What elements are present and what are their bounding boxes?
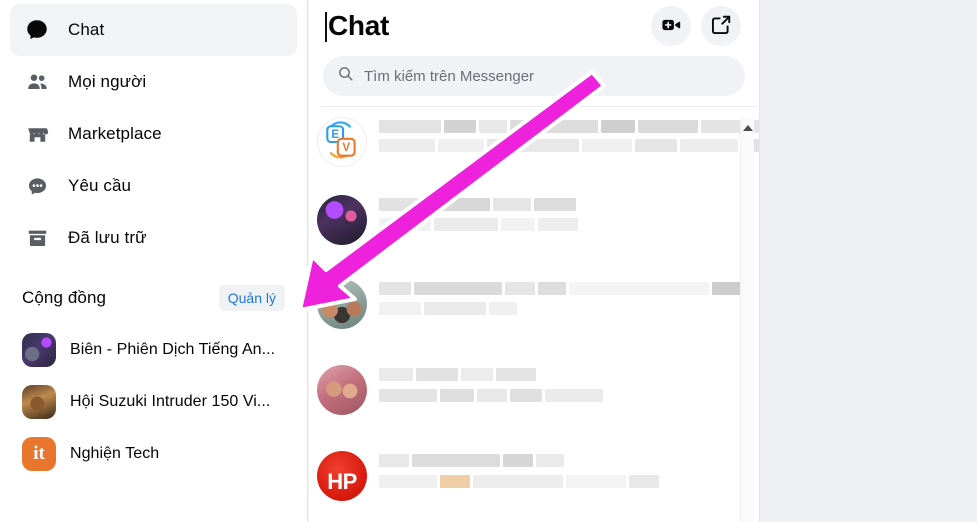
redacted-message-line — [379, 139, 759, 152]
people-icon — [22, 67, 52, 97]
search-input[interactable] — [364, 67, 731, 85]
redacted-message-line — [379, 475, 759, 488]
redacted-name-line — [379, 282, 759, 295]
group-name: Biên - Phiên Dịch Tiếng An... — [70, 341, 276, 358]
video-camera-plus-icon — [660, 14, 682, 39]
conversation-preview-redacted — [379, 117, 759, 152]
conversation-scrollbar[interactable] — [740, 118, 754, 522]
svg-text:V: V — [342, 142, 350, 154]
conversation-preview-redacted — [379, 365, 759, 402]
sidebar-item-label: Đã lưu trữ — [68, 228, 147, 247]
conversation-avatar — [317, 279, 367, 329]
archive-box-icon — [22, 223, 52, 253]
group-name: Nghiện Tech — [70, 445, 160, 462]
avatar-initials: HP — [327, 469, 357, 494]
search-area — [309, 52, 759, 106]
storefront-icon — [22, 119, 52, 149]
new-message-button[interactable] — [701, 6, 741, 46]
page-title: Chat — [325, 10, 389, 42]
text-caret — [325, 12, 327, 42]
conversation-avatar: HP — [317, 451, 367, 501]
svg-text:E: E — [331, 129, 339, 141]
scroll-up-arrow-icon[interactable] — [742, 125, 753, 131]
left-nav-sidebar: Chat Mọi người Marketplace Yêu cầu Đã lư… — [0, 0, 308, 522]
redacted-message-line — [379, 389, 759, 402]
conversation-avatar: E V — [317, 117, 367, 167]
nav-list: Chat Mọi người Marketplace Yêu cầu Đã lư… — [0, 0, 307, 264]
conversation-avatar — [317, 195, 367, 245]
redacted-name-line — [379, 198, 759, 211]
conversation-row[interactable] — [309, 365, 759, 415]
redacted-name-line — [379, 368, 759, 381]
chat-list-header: Chat — [309, 0, 759, 52]
sidebar-item-label: Mọi người — [68, 72, 147, 91]
conversation-detail-pane — [761, 0, 977, 522]
sidebar-item-chat[interactable]: Chat — [10, 4, 297, 56]
group-avatar — [22, 333, 56, 367]
messenger-window: Chat Mọi người Marketplace Yêu cầu Đã lư… — [0, 0, 977, 522]
group-name: Hội Suzuki Intruder 150 Vi... — [70, 393, 271, 410]
redacted-message-line — [379, 218, 759, 231]
message-dots-icon — [22, 171, 52, 201]
group-avatar — [22, 385, 56, 419]
search-bar[interactable] — [323, 56, 745, 96]
community-group-item[interactable]: it Nghiện Tech — [10, 428, 297, 480]
community-group-item[interactable]: Hội Suzuki Intruder 150 Vi... — [10, 376, 297, 428]
search-icon — [337, 65, 354, 87]
chat-list-column: Chat Tìm kiếm trên Messenger E V HP — [309, 0, 760, 522]
manage-communities-button[interactable]: Quản lý — [218, 285, 285, 311]
conversation-preview-redacted — [379, 195, 759, 231]
sidebar-item-requests[interactable]: Yêu cầu — [10, 160, 297, 212]
conversation-row[interactable]: E V — [309, 117, 759, 167]
conversation-row[interactable]: HP — [309, 451, 759, 501]
redacted-name-line — [379, 120, 759, 133]
page-title-text: Chat — [328, 10, 390, 41]
sidebar-item-archived[interactable]: Đã lưu trữ — [10, 212, 297, 264]
sidebar-item-label: Yêu cầu — [68, 176, 132, 195]
conversation-avatar — [317, 365, 367, 415]
sidebar-item-people[interactable]: Mọi người — [10, 56, 297, 108]
compose-pencil-icon — [710, 14, 732, 39]
video-call-button[interactable] — [651, 6, 691, 46]
conversation-preview-redacted — [379, 451, 759, 488]
group-avatar: it — [22, 437, 56, 471]
community-group-list: Biên - Phiên Dịch Tiếng An... Hội Suzuki… — [0, 318, 307, 480]
conversation-row[interactable] — [309, 279, 759, 329]
conversation-preview-redacted — [379, 279, 759, 315]
sidebar-item-label: Marketplace — [68, 124, 162, 143]
list-divider — [321, 106, 757, 107]
chat-bubble-icon — [22, 15, 52, 45]
sidebar-item-label: Chat — [68, 20, 105, 39]
sidebar-item-marketplace[interactable]: Marketplace — [10, 108, 297, 160]
redacted-name-line — [379, 454, 759, 467]
redacted-message-line — [379, 302, 759, 315]
conversation-row[interactable] — [309, 195, 759, 245]
community-group-item[interactable]: Biên - Phiên Dịch Tiếng An... — [10, 324, 297, 376]
community-title: Cộng đồng — [22, 288, 107, 307]
community-header: Cộng đồng Quản lý — [0, 278, 307, 318]
